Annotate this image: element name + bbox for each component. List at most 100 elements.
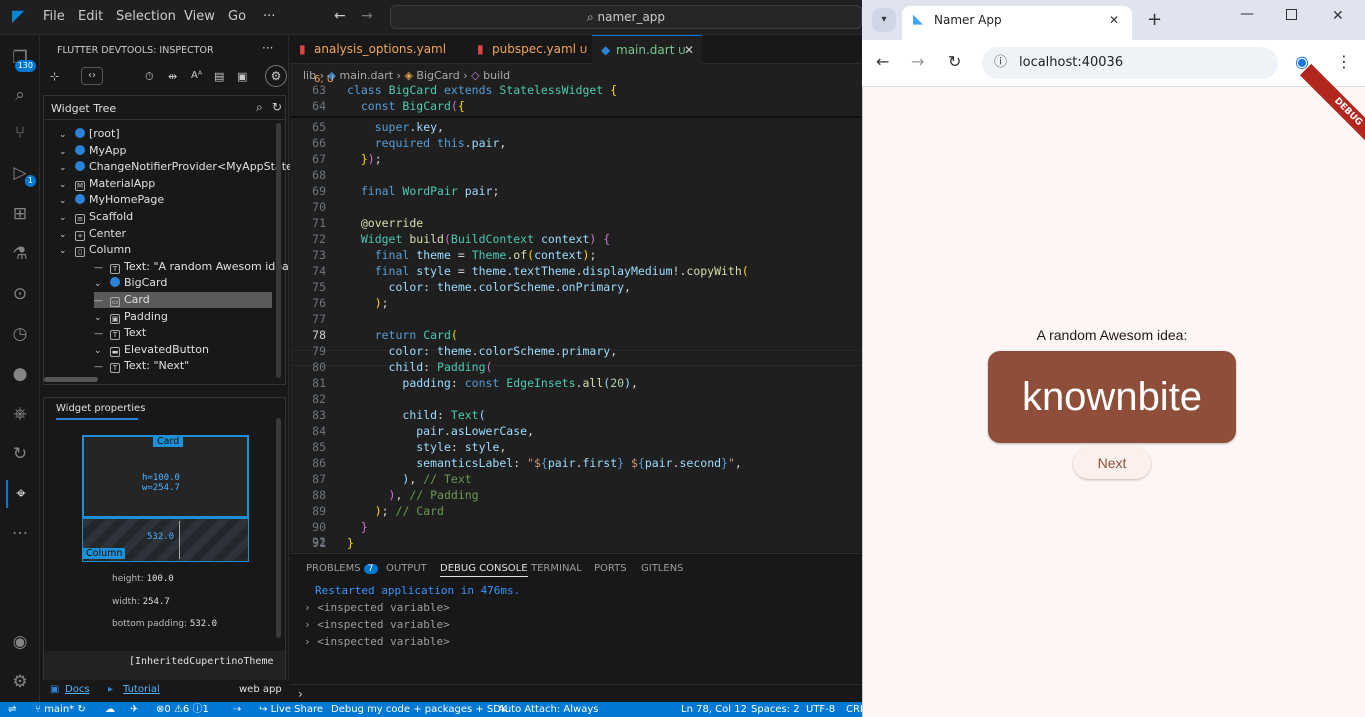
forward-icon[interactable]: →	[911, 52, 924, 71]
console-variable[interactable]: › <inspected variable>	[304, 635, 450, 648]
code-view[interactable]: 63 class BigCard extends StatelessWidget …	[290, 82, 862, 552]
back-arrow-icon[interactable]: ←	[334, 8, 346, 24]
tree-search-icon[interactable]: ⌕	[256, 100, 263, 115]
site-info-icon[interactable]: ⓘ	[994, 47, 1007, 79]
breadcrumb-item[interactable]: BigCard	[416, 69, 459, 82]
chevron-down-icon[interactable]: ⌄	[59, 144, 71, 160]
chevron-down-icon[interactable]: ⌄	[59, 227, 71, 243]
chevron-down-icon[interactable]: ⌄	[59, 243, 71, 259]
testing-icon[interactable]: ⚗	[6, 240, 34, 268]
chevron-down-icon[interactable]: ⌄	[59, 193, 71, 209]
console-variable[interactable]: › <inspected variable>	[304, 601, 450, 614]
run-debug-icon[interactable]: ▷ 1	[6, 159, 36, 187]
menu-selection[interactable]: Selection	[116, 9, 176, 24]
tree-row-my-home-page[interactable]: ⌄ MyHomePage	[59, 192, 164, 208]
menu-more[interactable]: ···	[263, 9, 275, 24]
breadcrumb-item[interactable]: build	[483, 69, 510, 82]
maximize-icon[interactable]	[1286, 9, 1297, 20]
chevron-down-icon[interactable]: ⌄	[94, 276, 106, 292]
tree-row-text[interactable]: — T Text	[94, 325, 146, 341]
tree-horizontal-scrollbar[interactable]	[44, 377, 98, 382]
select-widget-icon[interactable]: ⊹	[50, 70, 59, 83]
menu-file[interactable]: File	[43, 9, 65, 24]
branch-status[interactable]: ⑂ main* ↻	[35, 702, 86, 717]
problems-status[interactable]: ⊗0 ⚠6 ⓘ1	[156, 702, 209, 717]
menu-view[interactable]: View	[184, 9, 215, 24]
tab-pubspec[interactable]: ▮ pubspec.yaml U	[468, 35, 588, 64]
tab-analysis-options[interactable]: ▮ analysis_options.yaml 6, U	[290, 35, 446, 85]
panel-tab-terminal[interactable]: TERMINAL	[531, 563, 582, 574]
kubernetes-icon[interactable]: ⎈	[6, 400, 34, 428]
sidebar-more-icon[interactable]: ···	[262, 41, 273, 55]
extensions-icon[interactable]: ⊞	[6, 200, 34, 228]
tree-vertical-scrollbar[interactable]	[276, 123, 281, 378]
encoding[interactable]: UTF-8	[806, 702, 835, 717]
baselines-icon[interactable]: Aᴬ	[191, 70, 202, 81]
tree-row-material-app[interactable]: ⌄ M MaterialApp	[59, 176, 155, 192]
command-center[interactable]: ⌕ namer_app	[390, 5, 862, 29]
tree-row-scaffold[interactable]: ⌄ ≡ Scaffold	[59, 209, 133, 225]
account-icon[interactable]: ◉	[6, 628, 34, 656]
tree-row-root[interactable]: ⌄ [root]	[59, 126, 120, 142]
minimize-icon[interactable]: —	[1240, 6, 1254, 22]
auto-attach[interactable]: Auto Attach: Always	[498, 702, 598, 717]
chevron-down-icon[interactable]: ⌄	[59, 177, 71, 193]
repaint-icon[interactable]: ▤	[214, 70, 224, 83]
tutorial-link[interactable]: Tutorial	[123, 684, 160, 695]
new-tab-icon[interactable]: +	[1147, 9, 1162, 30]
tree-row-big-card[interactable]: ⌄ BigCard	[94, 275, 167, 291]
line-ending[interactable]: CRLF	[846, 702, 862, 717]
debug-console-input[interactable]: ›	[290, 684, 862, 703]
tree-row-center[interactable]: ⌄ + Center	[59, 226, 126, 242]
properties-scrollbar[interactable]	[276, 418, 281, 638]
chevron-down-icon[interactable]: ⌄	[59, 160, 71, 176]
menu-go[interactable]: Go	[228, 9, 246, 24]
explorer-icon[interactable]: ❐ 130	[6, 44, 36, 72]
menu-edit[interactable]: Edit	[78, 9, 103, 24]
guidelines-icon[interactable]: ⇹	[168, 70, 177, 83]
close-icon[interactable]: ✕	[684, 36, 694, 65]
breadcrumb-item[interactable]: main.dart	[339, 69, 393, 82]
rocket-icon[interactable]: ✈	[130, 702, 138, 717]
remote-icon[interactable]: ↻	[6, 440, 34, 468]
live-share[interactable]: ↪ Live Share	[259, 702, 323, 717]
panel-tab-problems[interactable]: PROBLEMS 7	[306, 563, 378, 574]
reload-icon[interactable]: ↻	[948, 52, 961, 71]
images-icon[interactable]: ▣	[237, 70, 247, 83]
search-icon[interactable]: ⌕	[6, 81, 34, 109]
git-graph-icon[interactable]: ⊙	[6, 280, 34, 308]
tab-search-icon[interactable]: ▾	[872, 8, 896, 32]
tree-refresh-icon[interactable]: ↻	[272, 100, 282, 114]
cursor-position[interactable]: Ln 78, Col 12	[681, 702, 747, 717]
panel-tab-ports[interactable]: PORTS	[594, 563, 627, 574]
tab-main-dart[interactable]: ◆ main.dart U ✕	[592, 35, 702, 64]
tree-row-column[interactable]: ⌄ ▯ Column	[59, 242, 131, 258]
forward-arrow-icon[interactable]: →	[361, 8, 373, 24]
docs-link[interactable]: Docs	[65, 684, 90, 695]
remote-indicator-icon[interactable]: ⇌	[8, 702, 16, 717]
tree-row-my-app[interactable]: ⌄ MyApp	[59, 143, 127, 159]
publish-icon[interactable]: ☁	[105, 702, 115, 717]
inspector-settings-icon[interactable]: ⚙	[265, 65, 287, 87]
tab-close-icon[interactable]: ✕	[1109, 6, 1119, 34]
browser-tab[interactable]: ◣ Namer App ✕	[902, 6, 1132, 40]
tree-row-text-next[interactable]: — T Text: "Next"	[94, 358, 189, 374]
source-control-icon[interactable]: ⑂	[6, 119, 34, 147]
code-toggle-icon[interactable]: ‹›	[81, 67, 103, 85]
tree-row-card[interactable]: — ▭ Card	[94, 292, 272, 308]
tree-row-padding[interactable]: ⌄ ▣ Padding	[94, 309, 168, 325]
debug-toolbar-icon[interactable]: ⇢	[233, 702, 241, 717]
panel-tab-output[interactable]: OUTPUT	[386, 563, 427, 574]
tree-row-text-caption[interactable]: — T Text: "A random Awesom idea:"	[94, 259, 298, 275]
indentation[interactable]: Spaces: 2	[751, 702, 800, 717]
chevron-down-icon[interactable]: ⌄	[59, 127, 71, 143]
more-icon[interactable]: ···	[6, 520, 34, 548]
github-icon[interactable]: ●	[6, 360, 34, 388]
chevron-down-icon[interactable]: ⌄	[94, 343, 106, 359]
tree-row-elevated-button[interactable]: ⌄ ▬ ElevatedButton	[94, 342, 209, 358]
debug-config[interactable]: Debug my code + packages + SDK	[331, 702, 508, 717]
panel-tab-debug-console[interactable]: DEBUG CONSOLE	[440, 563, 528, 577]
chevron-down-icon[interactable]: ⌄	[94, 310, 106, 326]
panel-tab-gitlens[interactable]: GITLENS	[641, 563, 684, 574]
back-icon[interactable]: ←	[876, 52, 889, 71]
